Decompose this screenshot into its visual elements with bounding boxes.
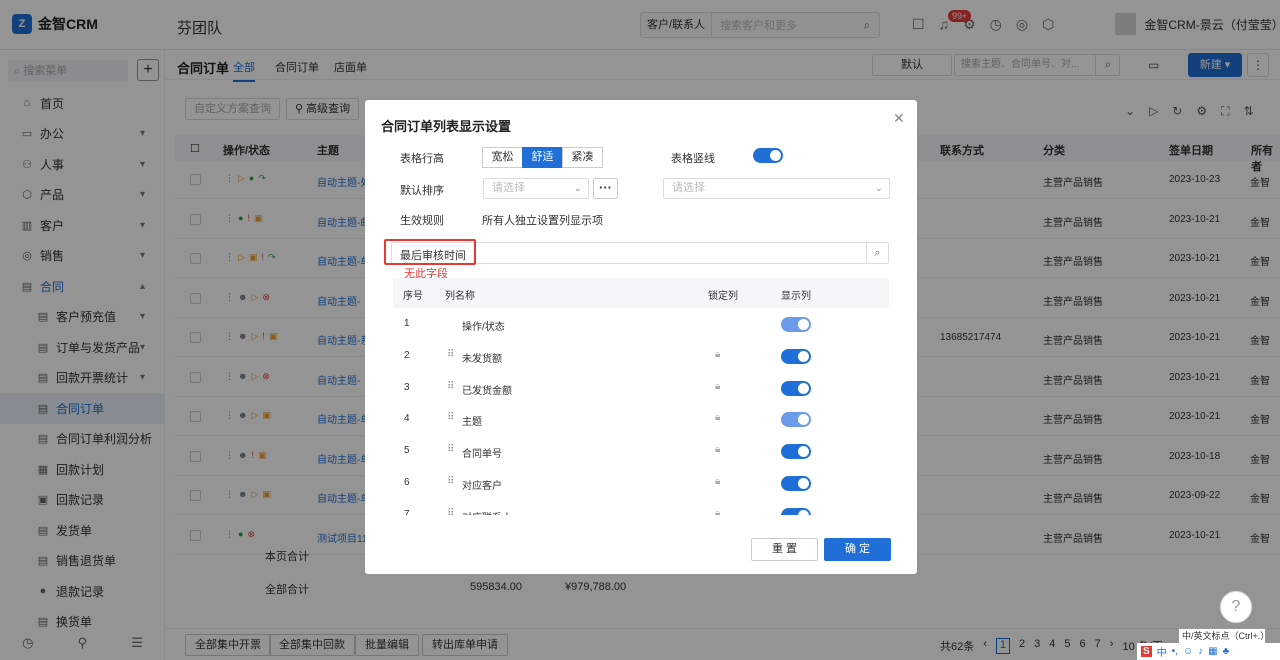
sort-direction-placeholder: 请选择 bbox=[672, 182, 705, 194]
column-row[interactable]: 7 ⠿ 对应联系人 🔒︎ bbox=[393, 499, 889, 515]
column-name: 对应客户 bbox=[462, 481, 502, 492]
column-name: 对应联系人 bbox=[462, 509, 512, 515]
lock-icon[interactable]: 🔒︎ bbox=[715, 381, 720, 392]
column-no: 5 bbox=[404, 445, 410, 457]
keyboard-icon[interactable]: ▦ bbox=[1208, 646, 1217, 657]
confirm-button[interactable]: 确 定 bbox=[824, 538, 891, 561]
show-column-toggle[interactable] bbox=[781, 412, 811, 428]
col-no-header: 序号 bbox=[403, 291, 423, 302]
row-height-comfortable[interactable]: 舒适 bbox=[522, 147, 563, 168]
column-name: 操作/状态 bbox=[462, 322, 505, 333]
show-column-toggle[interactable] bbox=[781, 476, 811, 491]
effect-rule-label: 生效规则 bbox=[400, 215, 444, 227]
show-column-toggle[interactable] bbox=[781, 507, 811, 515]
sort-field-placeholder: 请选择 bbox=[492, 182, 525, 194]
skin-icon[interactable]: ♣ bbox=[1223, 646, 1230, 657]
ime-toolbar[interactable]: S 中 •, ☺ ♪ ▦ ♣ bbox=[1137, 643, 1280, 660]
sort-options-button[interactable]: ··· bbox=[593, 178, 618, 199]
column-row[interactable]: 2 ⠿ 未发货额 🔒︎ bbox=[393, 340, 889, 372]
reset-button[interactable]: 重 置 bbox=[751, 538, 818, 561]
column-no: 3 bbox=[404, 381, 410, 393]
show-column-toggle[interactable] bbox=[781, 444, 811, 460]
column-no: 6 bbox=[404, 477, 410, 488]
lock-icon[interactable]: 🔒︎ bbox=[715, 476, 720, 487]
chevron-down-icon: ⌄ bbox=[874, 183, 883, 194]
column-no: 2 bbox=[404, 349, 410, 361]
default-sort-label: 默认排序 bbox=[400, 185, 444, 197]
grid-line-toggle[interactable] bbox=[753, 148, 783, 163]
drag-handle-icon[interactable]: ⠿ bbox=[447, 444, 454, 455]
row-height-loose[interactable]: 宽松 bbox=[482, 147, 523, 168]
drag-handle-icon[interactable]: ⠿ bbox=[447, 508, 454, 515]
highlight-box bbox=[384, 239, 476, 265]
column-no: 7 bbox=[404, 508, 410, 515]
col-name-header: 列名称 bbox=[445, 291, 475, 302]
drag-handle-icon[interactable]: ⠿ bbox=[447, 349, 454, 360]
lock-icon[interactable]: 🔒︎ bbox=[715, 508, 720, 515]
column-row[interactable]: 1 操作/状态 bbox=[393, 308, 889, 340]
column-row[interactable]: 5 ⠿ 合同单号 🔒︎ bbox=[393, 435, 889, 467]
drag-handle-icon[interactable]: ⠿ bbox=[447, 381, 454, 392]
ime-lang[interactable]: 中 bbox=[1157, 644, 1167, 659]
chevron-down-icon: ⌄ bbox=[573, 183, 582, 194]
ime-logo-icon: S bbox=[1141, 646, 1152, 657]
row-height-compact[interactable]: 紧凑 bbox=[562, 147, 603, 168]
col-show-header: 显示列 bbox=[781, 291, 811, 302]
column-name: 主题 bbox=[462, 417, 482, 429]
close-icon[interactable]: ✕ bbox=[893, 110, 905, 127]
default-sort-direction-select[interactable]: 请选择 ⌄ bbox=[663, 178, 890, 199]
lock-icon[interactable]: 🔒︎ bbox=[715, 349, 720, 360]
search-icon[interactable]: ⌕ bbox=[866, 243, 888, 263]
column-no: 4 bbox=[404, 413, 410, 425]
show-column-toggle[interactable] bbox=[781, 348, 811, 364]
help-icon[interactable]: ? bbox=[1220, 591, 1252, 623]
column-name: 已发货金额 bbox=[462, 385, 512, 397]
lock-icon[interactable]: 🔒︎ bbox=[715, 412, 720, 423]
column-list-header: 序号 列名称 锁定列 显示列 bbox=[393, 278, 889, 308]
default-sort-field-select[interactable]: 请选择 ⌄ bbox=[483, 178, 589, 199]
mic-icon[interactable]: ♪ bbox=[1198, 646, 1203, 657]
column-row[interactable]: 6 ⠿ 对应客户 🔒︎ bbox=[393, 467, 889, 499]
ime-tooltip: 中/英文标点（Ctrl+.） bbox=[1178, 628, 1266, 644]
drag-handle-icon[interactable]: ⠿ bbox=[447, 412, 454, 423]
column-name: 合同单号 bbox=[462, 449, 502, 461]
lock-icon[interactable]: 🔒︎ bbox=[715, 444, 720, 455]
effect-rule-value: 所有人独立设置列显示项 bbox=[482, 215, 603, 227]
modal-title: 合同订单列表显示设置 bbox=[381, 119, 512, 134]
emoji-icon[interactable]: ☺ bbox=[1183, 646, 1193, 657]
show-column-toggle[interactable] bbox=[781, 317, 811, 332]
column-row[interactable]: 3 ⠿ 已发货金额 🔒︎ bbox=[393, 372, 889, 404]
grid-line-label: 表格竖线 bbox=[671, 153, 715, 165]
punctuation-icon[interactable]: •, bbox=[1172, 646, 1178, 657]
column-no: 1 bbox=[404, 318, 410, 329]
column-row[interactable]: 4 ⠿ 主题 🔒︎ bbox=[393, 403, 889, 435]
column-name: 未发货额 bbox=[462, 353, 502, 365]
show-column-toggle[interactable] bbox=[781, 380, 811, 396]
row-height-segmented: 宽松 舒适 紧凑 bbox=[482, 147, 603, 168]
col-lock-header: 锁定列 bbox=[708, 291, 738, 302]
drag-handle-icon[interactable]: ⠿ bbox=[447, 476, 454, 487]
column-settings-modal: 合同订单列表显示设置 ✕ 表格行高 宽松 舒适 紧凑 表格竖线 默认排序 请选择… bbox=[365, 100, 917, 574]
row-height-label: 表格行高 bbox=[400, 153, 444, 165]
